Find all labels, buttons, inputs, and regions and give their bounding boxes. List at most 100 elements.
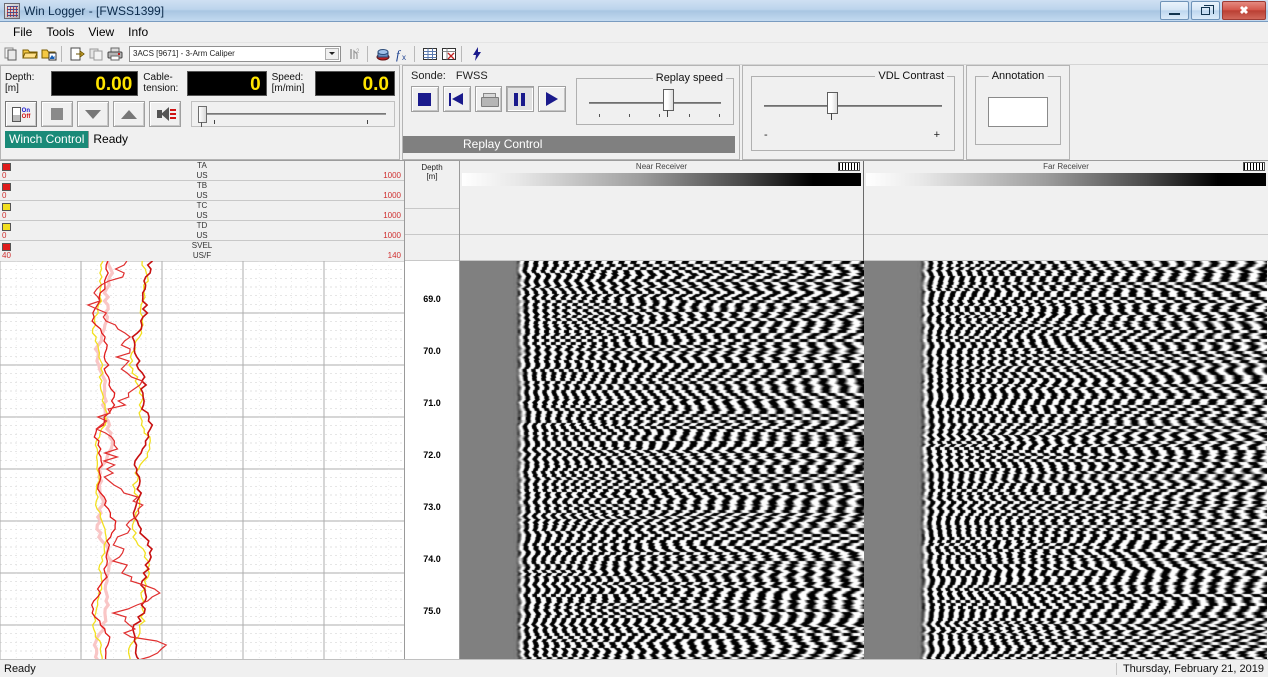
menu-item-tools[interactable]: Tools [39, 23, 81, 41]
curve-track[interactable]: TAUS01000TBUS01000TCUS01000TDUS01000SVEL… [0, 161, 405, 659]
export-icon[interactable] [68, 45, 86, 63]
header-divider [460, 235, 863, 261]
window-controls: ✖ [1160, 1, 1266, 20]
replay-speed-group: Replay speed [576, 78, 734, 125]
close-button[interactable]: ✖ [1222, 1, 1266, 20]
header-divider [864, 209, 1268, 235]
menu-item-file[interactable]: File [6, 23, 39, 41]
minimize-button[interactable] [1160, 1, 1189, 20]
tension-label-text2: tension: [143, 83, 187, 94]
depth-track-header: Depth [m] [405, 161, 459, 261]
minimize-icon [1169, 13, 1180, 15]
curve-header-tb[interactable]: TBUS01000 [0, 181, 404, 201]
curve-header-svel[interactable]: SVELUS/F40140 [0, 241, 404, 261]
near-receiver-track[interactable]: Near Receiver [460, 161, 864, 659]
on-off-icon: OnOff [12, 107, 31, 122]
winch-speed-slider[interactable] [191, 101, 395, 127]
winch-control-label: Winch Control [5, 131, 88, 148]
winch-speaker-button[interactable] [149, 101, 181, 127]
replay-pause-button[interactable] [506, 86, 534, 112]
tool-icon[interactable] [374, 45, 392, 63]
annotation-input[interactable] [988, 97, 1048, 127]
winch-on-off-toggle[interactable]: OnOff [5, 101, 37, 127]
vdl-contrast-slider[interactable] [752, 77, 954, 150]
slider-thumb[interactable] [827, 92, 838, 114]
slider-track [202, 113, 386, 115]
curve-unit: US [0, 191, 404, 201]
far-receiver-track[interactable]: Far Receiver [864, 161, 1268, 659]
chevron-down-icon[interactable] [325, 48, 339, 60]
stop-icon [51, 108, 63, 120]
vdl-contrast-plus[interactable]: + [934, 129, 940, 141]
vdl-contrast-minus[interactable]: - [764, 129, 768, 141]
replay-speed-slider[interactable] [577, 79, 733, 124]
speaker-icon [157, 107, 173, 121]
depth-unit-text: [m] [5, 83, 51, 94]
curve-unit: US [0, 211, 404, 221]
menu-item-info[interactable]: Info [121, 23, 155, 41]
curve-header-ta[interactable]: TAUS01000 [0, 161, 404, 181]
curve-max: 1000 [383, 171, 401, 181]
curve-plot[interactable] [0, 261, 404, 659]
winch-status-text: Ready [88, 131, 395, 148]
slider-thumb[interactable] [198, 106, 207, 123]
barcode-icon[interactable] [838, 162, 860, 171]
curve-max: 1000 [383, 211, 401, 221]
control-panel: Depth: [m] 0.00 Cable- tension: 0 Speed:… [0, 65, 1268, 161]
winch-up-button[interactable] [113, 101, 145, 127]
curve-min: 0 [2, 211, 6, 221]
header-divider [460, 209, 863, 235]
curve-min: 0 [2, 191, 6, 201]
annotation-panel: Annotation [966, 65, 1070, 160]
menu-item-view[interactable]: View [81, 23, 121, 41]
winch-status-row: Winch Control Ready [5, 131, 395, 148]
open-db-icon[interactable] [40, 45, 58, 63]
curve-max: 1000 [383, 231, 401, 241]
new-icon[interactable] [2, 45, 20, 63]
barcode-icon[interactable] [1243, 162, 1265, 171]
replay-print-button[interactable] [475, 86, 503, 112]
slider-tick [659, 114, 660, 117]
vdl-contrast-panel: VDL Contrast - + [742, 65, 964, 160]
replay-rewind-button[interactable] [443, 86, 471, 112]
far-greyscale-bar [866, 173, 1266, 186]
restore-button[interactable] [1191, 1, 1220, 20]
replay-play-button[interactable] [538, 86, 566, 112]
toolbar-separator-4 [461, 46, 465, 62]
far-receiver-waveform[interactable] [864, 261, 1267, 659]
depth-header-unit: [m] [405, 172, 459, 181]
open-icon[interactable] [21, 45, 39, 63]
toolbar-separator-3 [414, 46, 418, 62]
status-date: Thursday, February 21, 2019 [1116, 663, 1264, 675]
winch-readouts: Depth: [m] 0.00 Cable- tension: 0 Speed:… [5, 70, 395, 96]
curve-header-td[interactable]: TDUS01000 [0, 221, 404, 241]
sonde-select[interactable]: 3ACS [9671] - 3-Arm Caliper [129, 46, 341, 62]
sonde-value: FWSS [456, 70, 488, 82]
play-icon [546, 92, 558, 106]
curve-header-tc[interactable]: TCUS01000 [0, 201, 404, 221]
print-icon[interactable] [106, 45, 124, 63]
table-icon[interactable] [421, 45, 439, 63]
winch-stop-button[interactable] [41, 101, 73, 127]
lightning-icon[interactable] [468, 45, 486, 63]
function-icon[interactable]: fx [393, 45, 411, 63]
depth-label: 74.0 [405, 554, 459, 564]
tension-label-text: Cable- [143, 72, 187, 83]
speed-label-text: Speed: [272, 72, 316, 83]
slider-thumb[interactable] [663, 89, 674, 111]
calibration-icon[interactable]: 2 [346, 45, 364, 63]
replay-stop-button[interactable] [411, 86, 439, 112]
toolbar-separator [61, 46, 65, 62]
near-receiver-waveform[interactable] [460, 261, 864, 659]
svg-text:x: x [402, 53, 406, 62]
replay-control-panel: Sonde:FWSS Replay speed [402, 65, 740, 160]
near-greyscale-bar [462, 173, 861, 186]
copy-icon[interactable] [87, 45, 105, 63]
spreadsheet-icon[interactable] [440, 45, 458, 63]
log-display-area: TAUS01000TBUS01000TCUS01000TDUS01000SVEL… [0, 161, 1268, 659]
curve-header-list: TAUS01000TBUS01000TCUS01000TDUS01000SVEL… [0, 161, 404, 262]
curve-name: TD [0, 221, 404, 231]
winch-down-button[interactable] [77, 101, 109, 127]
depth-label: 71.0 [405, 398, 459, 408]
replay-control-bar: Replay Control [403, 136, 735, 153]
